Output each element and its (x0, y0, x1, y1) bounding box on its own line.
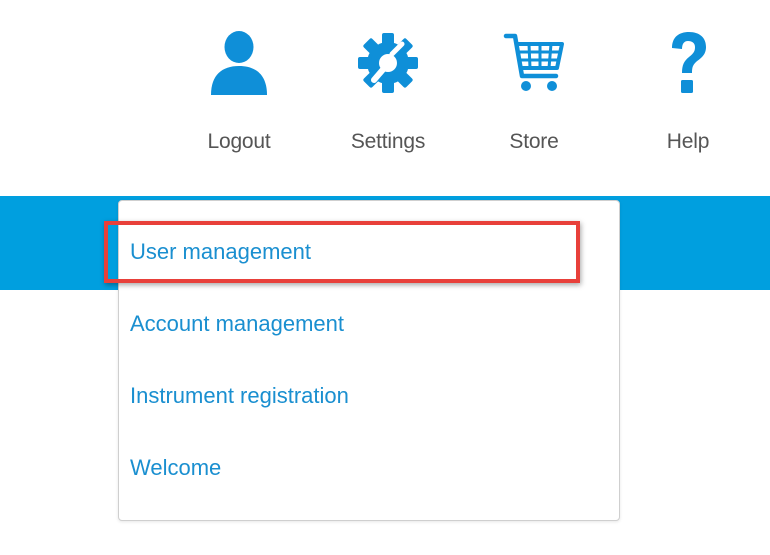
menu-item-welcome[interactable]: Welcome (130, 455, 221, 481)
nav-settings[interactable]: Settings (328, 30, 448, 154)
nav-store[interactable]: Store (474, 30, 594, 154)
menu-item-account-management[interactable]: Account management (130, 311, 344, 337)
question-mark-icon (628, 30, 748, 102)
nav-help[interactable]: Help (628, 30, 748, 154)
user-icon (179, 30, 299, 102)
shopping-cart-icon (474, 30, 594, 102)
page: Logout Settings Store Help User manageme… (0, 0, 770, 555)
nav-logout-label: Logout (207, 130, 271, 153)
nav-store-label: Store (509, 130, 559, 153)
settings-dropdown-menu: User management Account management Instr… (118, 200, 620, 521)
menu-item-user-management[interactable]: User management (130, 239, 311, 265)
nav-help-label: Help (666, 130, 710, 153)
nav-logout[interactable]: Logout (179, 30, 299, 154)
menu-item-instrument-registration[interactable]: Instrument registration (130, 383, 349, 409)
nav-settings-label: Settings (350, 130, 426, 153)
gear-wrench-icon (328, 30, 448, 102)
